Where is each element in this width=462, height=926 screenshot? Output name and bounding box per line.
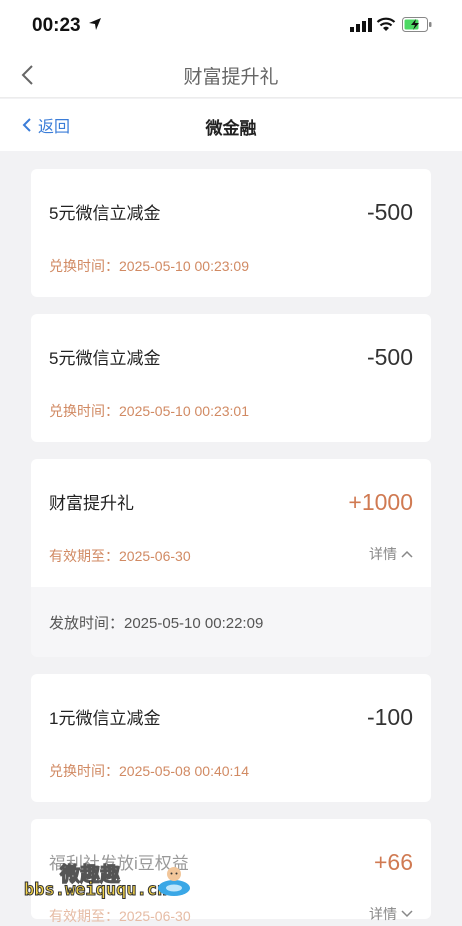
- record-card: 5元微信立减金 -500 兑换时间：2025-05-10 00:23:09: [31, 169, 431, 297]
- record-card: 5元微信立减金 -500 兑换时间：2025-05-10 00:23:01: [31, 314, 431, 442]
- detail-label: 详情: [369, 546, 397, 562]
- record-title: 1元微信立减金: [49, 709, 161, 728]
- status-bar: 00:23: [0, 0, 462, 50]
- record-list: 5元微信立减金 -500 兑换时间：2025-05-10 00:23:09 5元…: [31, 169, 431, 924]
- wifi-icon: [376, 17, 396, 31]
- record-amount: +66: [373, 849, 413, 875]
- location-arrow-icon: [89, 18, 101, 30]
- detail-label: 详情: [369, 906, 397, 922]
- record-amount: -500: [366, 344, 413, 370]
- swim-ring-logo-icon: [158, 867, 190, 896]
- record-card-expanded: 财富提升礼 +1000 有效期至：2025-06-30 详情 发放时间：2025…: [31, 459, 431, 657]
- chevron-up-icon: [401, 550, 413, 558]
- section-title: 微金融: [205, 119, 257, 138]
- record-title: 财富提升礼: [49, 494, 134, 513]
- chevron-down-icon: [401, 910, 413, 918]
- page-title: 财富提升礼: [183, 67, 279, 88]
- record-expiry: 有效期至：2025-06-30: [49, 908, 191, 924]
- record-detail-panel: 发放时间：2025-05-10 00:22:09: [31, 587, 431, 657]
- status-time: 00:23: [32, 15, 81, 36]
- detail-toggle[interactable]: 详情: [369, 544, 413, 564]
- record-time: 兑换时间：2025-05-08 00:40:14: [49, 763, 249, 779]
- record-amount: +1000: [348, 489, 413, 515]
- detail-toggle[interactable]: 详情: [369, 904, 413, 924]
- record-time: 兑换时间：2025-05-10 00:23:09: [49, 258, 249, 274]
- watermark-url: bbs.weiququ.cn: [23, 880, 168, 901]
- site-watermark: 微趣趣 bbs.weiququ.cn: [23, 858, 204, 908]
- record-card: 1元微信立减金 -100 兑换时间：2025-05-08 00:40:14: [31, 674, 431, 802]
- nav-bar: 财富提升礼: [0, 50, 462, 98]
- record-amount: -500: [366, 199, 413, 225]
- record-title: 5元微信立减金: [49, 204, 161, 223]
- cellular-signal-icon: [350, 18, 372, 32]
- record-amount: -100: [366, 704, 413, 730]
- battery-charging-icon: [402, 17, 432, 32]
- issue-time: 发放时间：2025-05-10 00:22:09: [49, 615, 264, 632]
- record-expiry: 有效期至：2025-06-30: [49, 548, 191, 564]
- sub-header: 返回 微金融: [0, 99, 462, 151]
- record-title: 5元微信立减金: [49, 349, 161, 368]
- record-card-head: 财富提升礼 +1000 有效期至：2025-06-30 详情: [31, 459, 431, 587]
- record-time: 兑换时间：2025-05-10 00:23:01: [49, 403, 249, 419]
